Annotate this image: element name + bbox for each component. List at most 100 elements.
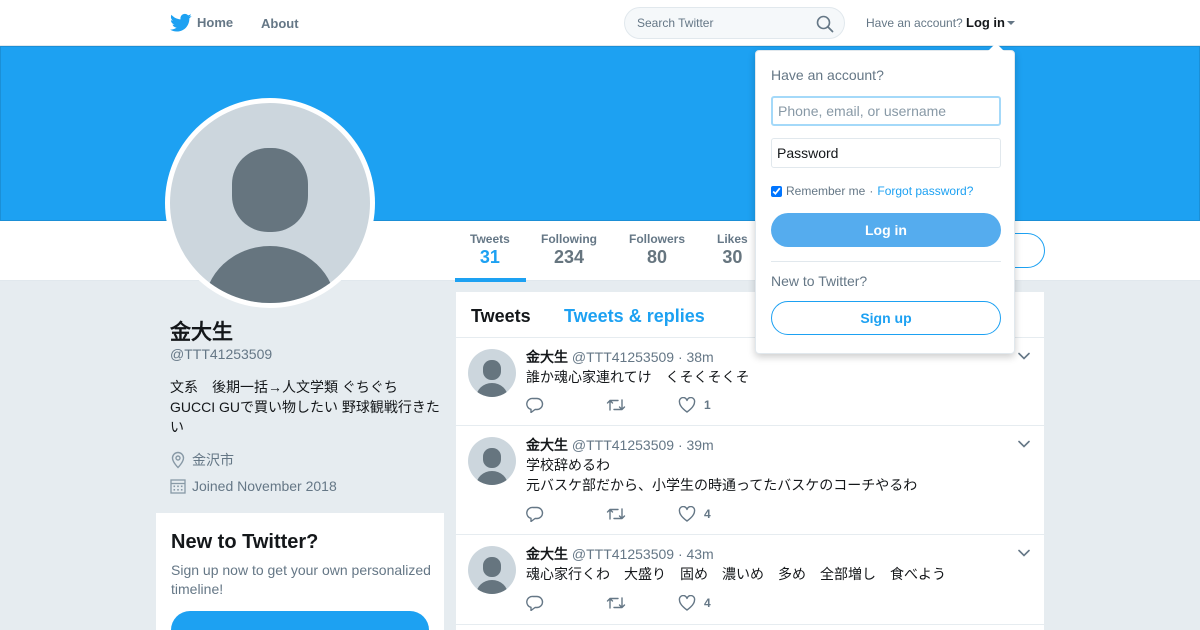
tweet-author-name[interactable]: 金大生 (526, 349, 568, 365)
remember-me-label[interactable]: Remember me (786, 184, 865, 198)
reply-icon (526, 595, 544, 611)
reply-icon (526, 506, 544, 522)
default-avatar-icon (476, 360, 508, 397)
tweet-header: 金大生 @TTT41253509 · 39m (526, 435, 714, 455)
tab-tweets-and-replies[interactable]: Tweets & replies (564, 306, 705, 327)
nav-home-label: Home (197, 15, 234, 30)
top-navigation: Home About Search Twitter Have an accoun… (0, 0, 1200, 46)
reply-button[interactable] (526, 506, 606, 522)
dropdown-title: Have an account? (771, 67, 884, 83)
stat-value: 80 (646, 247, 668, 267)
stat-label: Tweets (470, 232, 510, 246)
nav-home-link[interactable]: Home (170, 15, 233, 30)
chevron-down-icon[interactable] (1018, 549, 1030, 557)
signup-card-text: Sign up now to get your own personalized… (171, 562, 431, 597)
like-button[interactable]: 4 (678, 595, 711, 611)
tab-tweets[interactable]: Tweets (471, 306, 531, 327)
nav-about-link[interactable]: About (261, 16, 299, 31)
profile-joined: Joined November 2018 (170, 478, 337, 494)
forgot-password-link[interactable]: Forgot password? (877, 184, 973, 198)
dropdown-notch (988, 43, 1004, 51)
login-toggle[interactable]: Log in (966, 15, 1005, 30)
reply-button[interactable] (526, 595, 606, 611)
tweet-line: 誰か魂心家連れてけ くそくそくそ (526, 369, 750, 385)
tweet-text: 学校辞めるわ 元バスケ部だから、小学生の時通ってたバスケのコーチやるわ (526, 455, 917, 495)
tweet-timestamp[interactable]: · 38m (678, 349, 714, 365)
like-button[interactable]: 1 (678, 397, 711, 413)
signup-button[interactable]: Sign up (771, 301, 1001, 335)
tweet-timestamp[interactable]: · 43m (678, 546, 714, 562)
stat-followers[interactable]: Followers 80 (629, 232, 685, 268)
tweet-line: 元バスケ部だから、小学生の時通ってたバスケのコーチやるわ (526, 477, 918, 493)
stat-label: Followers (629, 232, 686, 246)
default-avatar-icon (476, 448, 508, 485)
stat-label: Likes (717, 232, 748, 246)
signup-card-button[interactable] (171, 611, 429, 630)
heart-icon (678, 595, 696, 611)
tweet-author-handle[interactable]: @TTT41253509 (572, 546, 674, 562)
search-placeholder: Search Twitter (637, 16, 714, 30)
joined-text: Joined November 2018 (192, 478, 337, 494)
default-avatar-icon (476, 557, 508, 594)
tweet-item[interactable]: 金大生 @TTT41253509 · 39m 学校辞めるわ 元バスケ部だから、小… (456, 426, 1044, 535)
stat-tweets[interactable]: Tweets 31 (470, 232, 510, 268)
retweet-icon (606, 508, 626, 520)
stat-value: 30 (722, 247, 743, 267)
login-dropdown: Have an account? Remember me · Forgot pa… (755, 43, 1015, 354)
retweet-icon (606, 399, 626, 411)
remember-me-checkbox[interactable] (771, 185, 782, 197)
location-text: 金沢市 (192, 452, 234, 468)
chevron-down-icon[interactable] (1018, 440, 1030, 448)
like-button[interactable]: 4 (678, 506, 711, 522)
reply-button[interactable] (526, 397, 606, 413)
login-button[interactable]: Log in (771, 213, 1001, 247)
stat-following[interactable]: Following 234 (541, 232, 597, 268)
tweet-avatar[interactable] (468, 546, 516, 594)
profile-location: 金沢市 (170, 450, 234, 470)
new-to-twitter-text: New to Twitter? (771, 273, 868, 289)
tweet-author-handle[interactable]: @TTT41253509 (572, 349, 674, 365)
username-field[interactable] (771, 96, 1001, 126)
profile-handle: @TTT41253509 (170, 346, 273, 362)
tweet-author-name[interactable]: 金大生 (526, 546, 568, 562)
chevron-down-icon[interactable] (1007, 21, 1015, 25)
signup-card: New to Twitter? Sign up now to get your … (156, 513, 444, 630)
tweet-avatar[interactable] (468, 437, 516, 485)
like-count: 1 (704, 398, 711, 412)
profile-avatar[interactable] (165, 98, 375, 308)
location-pin-icon (171, 451, 185, 469)
like-count: 4 (704, 596, 711, 610)
password-field[interactable] (771, 138, 1001, 168)
reply-icon (526, 397, 544, 413)
divider (771, 261, 1001, 262)
stat-value: 31 (479, 247, 500, 267)
stat-likes[interactable]: Likes 30 (717, 232, 748, 268)
default-avatar-icon (170, 103, 370, 303)
calendar-icon (170, 479, 186, 494)
search-box[interactable]: Search Twitter (624, 7, 845, 39)
tweet-avatar[interactable] (468, 349, 516, 397)
search-icon[interactable] (816, 15, 834, 33)
profile-name: 金大生 (170, 321, 233, 344)
retweet-button[interactable] (606, 397, 678, 413)
signup-card-title: New to Twitter? (171, 531, 319, 553)
chevron-down-icon[interactable] (1018, 352, 1030, 360)
retweet-button[interactable] (606, 595, 678, 611)
retweet-icon (606, 597, 626, 609)
separator-dot: · (869, 184, 874, 198)
tweet-item[interactable]: 金大生 @TTT41253509 · 43m 魂心家行くわ 大盛り 固め 濃いめ… (456, 535, 1044, 625)
retweet-button[interactable] (606, 506, 678, 522)
tweet-header: 金大生 @TTT41253509 · 43m (526, 544, 714, 564)
heart-icon (678, 506, 696, 522)
tweet-line: 魂心家行くわ 大盛り 固め 濃いめ 多め 全部増し 食べよう (526, 566, 946, 582)
tweet-text: 誰か魂心家連れてけ くそくそくそ (526, 367, 750, 387)
tweet-header: 金大生 @TTT41253509 · 38m (526, 347, 714, 367)
tweet-author-handle[interactable]: @TTT41253509 (572, 437, 674, 453)
tweet-actions: 4 (526, 506, 711, 522)
heart-icon (678, 397, 696, 413)
tweet-timestamp[interactable]: · 39m (678, 437, 714, 453)
profile-bio: 文系 後期一括→人文学類 ぐちぐち GUCCI GUで買い物したい 野球観戦行き… (170, 379, 440, 435)
tweet-author-name[interactable]: 金大生 (526, 437, 568, 453)
stat-label: Following (541, 232, 597, 246)
stat-value: 234 (553, 247, 585, 267)
